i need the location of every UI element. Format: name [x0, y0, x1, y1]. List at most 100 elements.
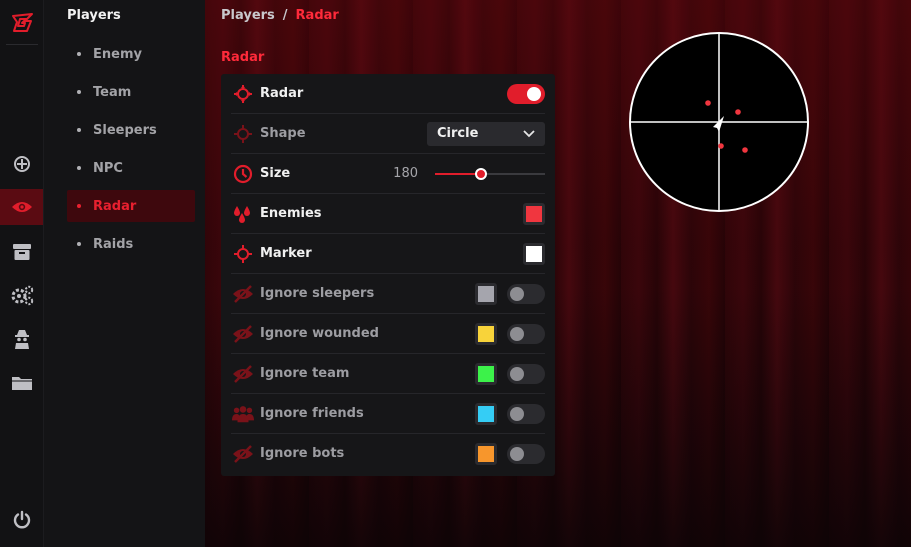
bullet-icon — [77, 90, 81, 94]
ignore-wounded-color-swatch[interactable] — [475, 322, 497, 345]
enemies-color-swatch[interactable] — [523, 202, 545, 225]
toggle-knob — [510, 406, 524, 421]
toggle-knob — [510, 446, 524, 461]
ignore-team-color-swatch[interactable] — [475, 362, 497, 385]
nav-item-raids[interactable]: Raids — [67, 228, 195, 260]
toggle-knob — [527, 86, 541, 101]
players-nav: Players Enemy Team Sleepers NPC Radar Ra… — [44, 0, 206, 547]
logo-icon — [10, 10, 36, 36]
setting-label: Ignore wounded — [260, 326, 379, 341]
setting-label: Radar — [260, 86, 304, 101]
nav-item-enemy[interactable]: Enemy — [67, 38, 195, 70]
shape-select-value: Circle — [437, 126, 479, 141]
power-icon — [13, 510, 30, 529]
radar-preview — [629, 32, 809, 212]
nav-item-team[interactable]: Team — [67, 76, 195, 108]
rail-archive-button[interactable] — [0, 234, 43, 270]
crosshair-icon — [232, 83, 254, 105]
setting-row-marker: Marker — [231, 234, 545, 274]
toggle-knob — [510, 366, 524, 381]
size-value: 180 — [393, 166, 418, 181]
archive-box-icon — [12, 244, 31, 260]
ignore-sleepers-color-swatch[interactable] — [475, 282, 497, 305]
spy-icon — [14, 330, 29, 349]
setting-row-radar: Radar — [231, 74, 545, 114]
shape-select[interactable]: Circle — [427, 121, 545, 146]
rail-divider — [6, 44, 38, 45]
section-title: Radar — [221, 50, 265, 65]
marker-color-swatch[interactable] — [523, 242, 545, 265]
setting-label: Size — [260, 166, 291, 181]
bullet-icon — [77, 128, 81, 132]
setting-row-enemies: Enemies — [231, 194, 545, 234]
setting-row-size: Size 180 — [231, 154, 545, 194]
nav-item-label: Radar — [93, 198, 137, 214]
radar-toggle[interactable] — [507, 83, 545, 104]
ignore-bots-toggle[interactable] — [507, 443, 545, 464]
slider-thumb[interactable] — [475, 167, 488, 180]
nav-item-label: Team — [93, 84, 132, 100]
setting-label: Ignore bots — [260, 446, 345, 461]
rail-settings-button[interactable] — [0, 277, 43, 313]
bullet-icon — [77, 52, 81, 56]
radar-enemy-dot — [705, 100, 711, 106]
clock-icon — [232, 163, 254, 185]
ignore-friends-toggle[interactable] — [507, 403, 545, 424]
ignore-sleepers-toggle[interactable] — [507, 283, 545, 304]
eye-slash-icon — [232, 283, 254, 305]
bullet-icon — [77, 166, 81, 170]
setting-label: Shape — [260, 126, 306, 141]
setting-row-ignore-wounded: Ignore wounded — [231, 314, 545, 354]
nav-item-radar[interactable]: Radar — [67, 190, 195, 222]
setting-label: Ignore friends — [260, 406, 364, 421]
bullet-icon — [77, 242, 81, 246]
setting-row-ignore-bots: Ignore bots — [231, 434, 545, 473]
rail-spy-button[interactable] — [0, 321, 43, 357]
eye-slash-icon — [232, 363, 254, 385]
toggle-knob — [510, 286, 524, 301]
setting-row-ignore-team: Ignore team — [231, 354, 545, 394]
power-button[interactable] — [0, 502, 43, 538]
eye-slash-icon — [232, 443, 254, 465]
breadcrumb-separator: / — [282, 8, 288, 23]
ignore-team-toggle[interactable] — [507, 363, 545, 384]
chevron-down-icon — [523, 129, 535, 137]
size-slider[interactable] — [435, 167, 545, 180]
breadcrumb-parent[interactable]: Players — [221, 8, 275, 23]
rail-folder-button[interactable] — [0, 365, 43, 401]
nav-item-npc[interactable]: NPC — [67, 152, 195, 184]
eye-icon — [11, 202, 32, 212]
blood-drops-icon — [232, 203, 254, 225]
radar-enemy-dot — [718, 143, 724, 149]
rail-crosshair-button[interactable] — [0, 146, 43, 182]
ignore-bots-color-swatch[interactable] — [475, 442, 497, 465]
main-content: Players / Radar Radar Radar Shape Circle — [205, 0, 911, 547]
setting-row-ignore-friends: Ignore friends — [231, 394, 545, 434]
toggle-knob — [510, 326, 524, 341]
nav-item-label: NPC — [93, 160, 123, 176]
setting-row-shape: Shape Circle — [231, 114, 545, 154]
eye-slash-icon — [232, 323, 254, 345]
rail-eye-button[interactable] — [0, 189, 43, 225]
breadcrumb-current: Radar — [295, 8, 339, 23]
bullet-icon — [77, 204, 81, 208]
breadcrumb: Players / Radar — [221, 8, 339, 23]
setting-label: Ignore team — [260, 366, 350, 381]
nav-item-sleepers[interactable]: Sleepers — [67, 114, 195, 146]
radar-settings-panel: Radar Shape Circle Size 180 Enemies Mark… — [221, 74, 555, 476]
setting-row-ignore-sleepers: Ignore sleepers — [231, 274, 545, 314]
setting-label: Enemies — [260, 206, 322, 221]
crosshair-icon — [13, 156, 30, 172]
crosshair-icon — [232, 123, 254, 145]
setting-label: Marker — [260, 246, 312, 261]
ignore-friends-color-swatch[interactable] — [475, 402, 497, 425]
setting-label: Ignore sleepers — [260, 286, 375, 301]
nav-item-label: Sleepers — [93, 122, 157, 138]
users-group-icon — [232, 403, 254, 425]
radar-enemy-dot — [742, 147, 748, 153]
gears-icon — [11, 285, 33, 306]
nav-item-label: Raids — [93, 236, 134, 252]
ignore-wounded-toggle[interactable] — [507, 323, 545, 344]
nav-item-label: Enemy — [93, 46, 142, 62]
nav-title: Players — [67, 8, 121, 23]
